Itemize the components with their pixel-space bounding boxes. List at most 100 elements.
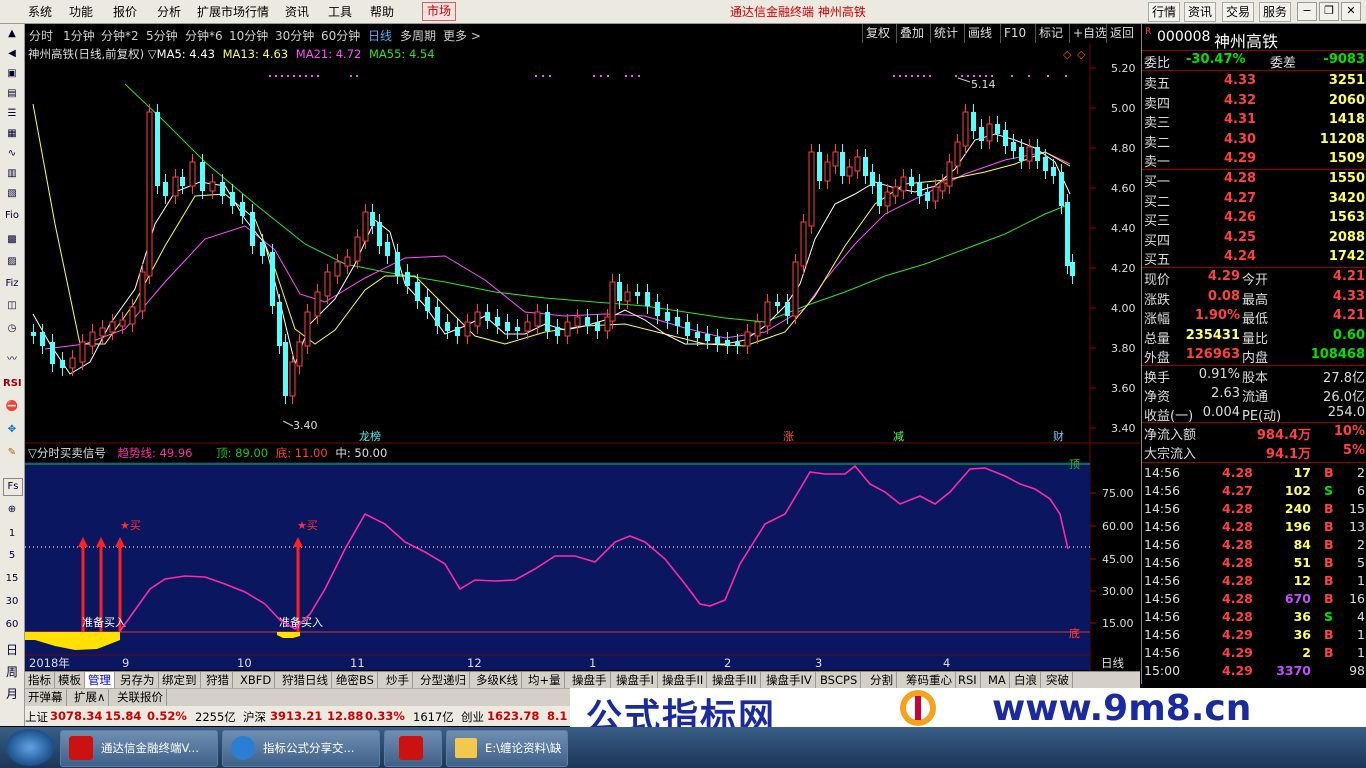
period-10min[interactable]: 10分钟 (229, 27, 268, 44)
menu-ext-market[interactable]: 扩展市场行情 (197, 3, 269, 20)
diamond-icon[interactable]: ◇ (1063, 48, 1072, 61)
menu-tools[interactable]: 工具 (328, 3, 352, 20)
period-more[interactable]: 更多 > (443, 27, 481, 44)
list-icon[interactable]: ☰ (3, 106, 21, 122)
filter-icon[interactable]: ▽ (148, 47, 157, 61)
indicator-name[interactable]: 分时买卖信号 (37, 446, 106, 460)
stop-icon[interactable]: ⛔ (3, 399, 21, 415)
calendar-icon[interactable]: ▤ (3, 86, 21, 102)
table-icon[interactable]: ▨ (3, 254, 21, 270)
grid-icon[interactable]: ▦ (3, 126, 21, 142)
indicator-tab[interactable]: 筹码重心 (903, 672, 956, 689)
indicator-tab[interactable]: 分型递归 (417, 672, 470, 689)
ask-price[interactable]: 4.30 (1224, 132, 1256, 147)
period-daily[interactable]: 日线 (368, 27, 392, 44)
window-icon[interactable]: ▣ (3, 66, 21, 82)
menu-help[interactable]: 帮助 (370, 3, 394, 20)
dropdown-icon[interactable]: ▽ (28, 446, 37, 460)
btn-f10[interactable]: F10 (1000, 24, 1029, 43)
btn-stats[interactable]: 统计 (930, 24, 961, 43)
indicator-tab[interactable]: XBFD (237, 672, 276, 689)
indicator-tab[interactable]: 均+量 (525, 672, 565, 689)
ask-price[interactable]: 4.29 (1224, 151, 1256, 166)
bid-price[interactable]: 4.27 (1224, 191, 1256, 206)
indicator-tab[interactable]: RSI (955, 672, 981, 689)
period-1[interactable]: 1 (3, 526, 21, 542)
ask-price[interactable]: 4.32 (1224, 93, 1256, 108)
top-button-quote[interactable]: 行情 (1148, 2, 1181, 22)
stock-code[interactable]: 000008 (1157, 29, 1210, 45)
bar-chart-icon[interactable]: ▥ (3, 166, 21, 182)
bid-price[interactable]: 4.25 (1224, 230, 1256, 245)
btn-draw[interactable]: 画线 (964, 24, 995, 43)
view-icon[interactable]: ◫ (3, 298, 21, 314)
indicator-tab[interactable]: BSCPS (817, 672, 862, 689)
rsi-icon[interactable]: RSI (3, 376, 22, 392)
indicator-tab[interactable]: 操盘手 (569, 672, 611, 689)
event-marker-dragon[interactable]: 龙榜 (359, 429, 381, 443)
bid-price[interactable]: 4.28 (1224, 171, 1256, 186)
btn-add-watchlist[interactable]: +自选 (1069, 24, 1110, 43)
indicator-tab[interactable]: 另存为 (117, 672, 159, 689)
restore-icon[interactable]: ❐ (1319, 2, 1339, 21)
indicator-tab[interactable]: 模板 (55, 672, 85, 689)
menu-analysis[interactable]: 分析 (157, 3, 181, 20)
indicator-tab[interactable]: 操盘手I (613, 672, 658, 689)
fiz-icon[interactable]: Fiz (3, 276, 21, 292)
period-60[interactable]: 60 (3, 617, 21, 633)
menu-quote[interactable]: 报价 (113, 3, 137, 20)
arrow-left-icon[interactable]: ◀ (3, 46, 21, 62)
btn-back[interactable]: 返回 (1106, 24, 1137, 43)
indicator-tab[interactable]: 管理 (85, 672, 115, 689)
arrow-up-icon[interactable]: ▲ (3, 26, 21, 42)
indicator-tab[interactable]: 白浪 (1011, 672, 1041, 689)
period-15[interactable]: 15 (3, 571, 21, 587)
period-1min[interactable]: 1分钟 (63, 27, 95, 44)
bid-price[interactable]: 4.24 (1224, 249, 1256, 264)
indicator-tab[interactable]: MA (985, 672, 1010, 689)
event-marker-rise[interactable]: 涨 (783, 430, 794, 443)
period-multi[interactable]: 多周期 (400, 27, 436, 44)
taskbar-item-folder[interactable]: E:\缠论资料\缺 (446, 730, 568, 767)
top-button-trade[interactable]: 交易 (1222, 2, 1255, 22)
move-icon[interactable]: ✥ (3, 422, 21, 438)
period-intraday[interactable]: 分时 (29, 27, 53, 44)
period-week[interactable]: 周 (3, 664, 21, 680)
period-30[interactable]: 30 (3, 594, 21, 610)
event-marker-finance[interactable]: 财 (1053, 429, 1064, 443)
top-button-news[interactable]: 资讯 (1184, 2, 1217, 22)
indicator-tab[interactable]: 多级K线 (473, 672, 523, 689)
tab-danmu[interactable]: 开弹幕 (25, 689, 67, 706)
indicator-tab[interactable]: 操盘手II (659, 672, 708, 689)
line-chart-icon[interactable]: ∿ (3, 146, 21, 162)
indicator-tab[interactable]: 炒手 (383, 672, 413, 689)
btn-overlay[interactable]: 叠加 (896, 24, 927, 43)
taskbar-item-tdx[interactable]: 通达信金融终端V... (60, 730, 218, 767)
indicator-tab[interactable]: 狩猎 (203, 672, 233, 689)
pencil-icon[interactable]: ✎ (3, 445, 21, 461)
fs-icon[interactable]: Fs (3, 478, 23, 496)
ask-price[interactable]: 4.33 (1224, 73, 1256, 88)
menu-system[interactable]: 系统 (28, 3, 52, 20)
taskbar-item-app[interactable] (384, 730, 442, 767)
ask-price[interactable]: 4.31 (1224, 112, 1256, 127)
btn-mark[interactable]: 标记 (1035, 24, 1066, 43)
triangle-icon[interactable]: ◇ (1077, 48, 1086, 61)
menu-news[interactable]: 资讯 (285, 3, 309, 20)
indicator-tab[interactable]: 分割 (867, 672, 897, 689)
bid-price[interactable]: 4.26 (1224, 210, 1256, 225)
event-marker-reduce[interactable]: 减 (893, 430, 904, 443)
indicator-tab[interactable]: 绝密BS (333, 672, 378, 689)
indicator-tab[interactable]: 狩猎日线 (279, 672, 332, 689)
indicator-tab[interactable]: 突破 (1043, 672, 1073, 689)
buy-signal-1[interactable]: ★买 (120, 519, 141, 532)
indicator-tab[interactable]: 绑定到 (159, 672, 201, 689)
period-60min[interactable]: 60分钟 (321, 27, 360, 44)
tab-expand[interactable]: 扩展∧ (71, 689, 110, 706)
period-month[interactable]: 月 (3, 686, 21, 702)
top-button-service[interactable]: 服务 (1259, 2, 1292, 22)
minimize-icon[interactable]: − (1297, 2, 1317, 21)
period-day[interactable]: 日 (3, 642, 21, 658)
taskbar-item-formula[interactable]: 指标公式分享交... (222, 730, 380, 767)
period-5[interactable]: 5 (3, 548, 21, 564)
